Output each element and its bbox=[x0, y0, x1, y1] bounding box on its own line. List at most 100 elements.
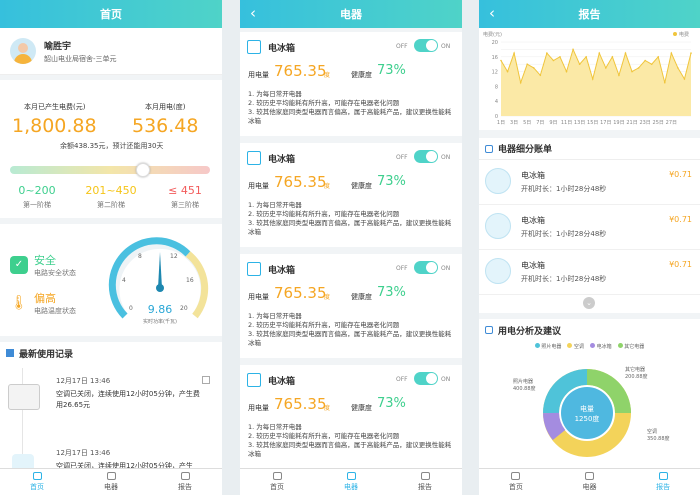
fridge-icon bbox=[247, 262, 261, 276]
usage-unit: 度 bbox=[324, 183, 331, 190]
home-screen: 首页 喻胜宇 韶山电业局宿舍-三单元 本月已产生电费(元) 1,800.88 本… bbox=[0, 0, 222, 495]
data-point bbox=[532, 67, 535, 69]
fee-chart-card: 0 4 8 12 16 20 1日 3日 5日 7日 9日 11日 13日 15日 17日 19日 21日 23日… bbox=[479, 28, 700, 130]
appliance-notes: 1. 为每日常开电器 2. 较历史平均能耗有所升高，可能存在电器老化问题 3. 较其… bbox=[248, 312, 453, 348]
records-title: 最新使用记录 bbox=[19, 349, 74, 360]
tab-bar: 首页 电器 报告 bbox=[240, 468, 462, 495]
health-label: 健康度 bbox=[351, 71, 372, 79]
analysis-header: 用电分析及建议 bbox=[479, 319, 700, 341]
tab-appliances[interactable]: 电器 bbox=[314, 469, 388, 495]
appliance-card[interactable]: 电冰箱 OFF ON 用电量 765.35 度 健康度 73% 1. 为每日常开电器 2. 较历史… bbox=[240, 365, 462, 469]
ledger-title: 电器细分账单 bbox=[498, 145, 553, 155]
usage-label: 用电量 bbox=[248, 293, 269, 301]
page-title: 首页 bbox=[100, 8, 122, 21]
toggle-off-label: OFF bbox=[396, 154, 408, 161]
note-line: 3. 较其他家庭同类型电器而言偏高，属于高能耗产品，建议更换性能耗冰箱 bbox=[248, 108, 452, 125]
power-toggle[interactable] bbox=[414, 372, 438, 385]
list-item[interactable]: 12月17日 13:46 空调已关闭，连续使用12小时05分钟，产生费用26.6… bbox=[6, 376, 214, 411]
ledger-icon bbox=[485, 144, 493, 153]
tab-label: 报告 bbox=[418, 483, 432, 491]
tier-progress-handle[interactable] bbox=[136, 163, 150, 177]
usage-value: 765.35 bbox=[274, 62, 327, 80]
data-point bbox=[546, 52, 548, 54]
ledger-row[interactable]: 电冰箱 开机时长：1小时28分48秒 ¥0.71 bbox=[479, 250, 700, 295]
back-icon[interactable]: ‹ bbox=[489, 4, 495, 22]
tier-3: ≤ 451 第三阶梯 bbox=[148, 184, 222, 210]
user-card[interactable]: 喻胜宇 韶山电业局宿舍-三单元 bbox=[0, 28, 222, 75]
legend-label: 电费 bbox=[679, 31, 689, 38]
note-line: 2. 较历史平均能耗有所升高，可能存在电器老化问题 bbox=[248, 210, 400, 218]
usage-value: 765.35 bbox=[274, 284, 327, 302]
record-time: 12月17日 13:46 bbox=[56, 377, 111, 385]
edit-icon[interactable] bbox=[202, 376, 210, 384]
usage-unit: 度 bbox=[324, 405, 331, 412]
note-line: 3. 较其他家庭同类型电器而言偏高，属于高能耗产品，建议更换性能耗冰箱 bbox=[248, 330, 452, 347]
power-toggle[interactable] bbox=[414, 150, 438, 163]
tab-home[interactable]: 首页 bbox=[479, 469, 553, 495]
data-point bbox=[598, 52, 601, 54]
expand-more-icon[interactable]: ⌄ bbox=[583, 297, 595, 309]
back-icon[interactable]: ‹ bbox=[250, 4, 256, 22]
ledger-row[interactable]: 电冰箱 开机时长：1小时28分48秒 ¥0.71 bbox=[479, 205, 700, 250]
x-tick-label: 1日 bbox=[497, 120, 505, 126]
tab-appliances[interactable]: 电器 bbox=[74, 469, 148, 495]
ledger-cost: ¥0.71 bbox=[669, 215, 692, 224]
gauge-tick: 0 bbox=[129, 305, 133, 312]
tab-bar: 首页 电器 报告 bbox=[479, 468, 700, 495]
ledger-section: 电器细分账单 电冰箱 开机时长：1小时28分48秒 ¥0.71 电冰箱 开机时长：1小时… bbox=[479, 138, 700, 313]
legend-swatch bbox=[673, 32, 677, 36]
x-tick-label: 11日 bbox=[561, 120, 572, 126]
ledger-name: 电冰箱 bbox=[521, 261, 545, 270]
shield-icon: ✓ bbox=[10, 256, 28, 274]
x-tick-label: 5日 bbox=[523, 120, 531, 126]
x-tick-label: 21日 bbox=[626, 120, 637, 126]
tab-home[interactable]: 首页 bbox=[0, 469, 74, 495]
appliances-header: ‹ 电器 bbox=[240, 0, 462, 28]
report-icon bbox=[658, 472, 668, 480]
user-address: 韶山电业局宿舍-三单元 bbox=[44, 54, 117, 63]
gauge-tick: 20 bbox=[180, 305, 188, 312]
tab-report[interactable]: 报告 bbox=[148, 469, 222, 495]
tab-label: 电器 bbox=[104, 483, 118, 491]
list-icon bbox=[6, 349, 14, 357]
data-point bbox=[565, 70, 568, 73]
appliance-name: 电冰箱 bbox=[268, 377, 296, 387]
appliance-card[interactable]: 电冰箱 OFF ON 用电量 765.35 度 健康度 73% 1. 为每日常开电器 2. 较历史… bbox=[240, 143, 462, 247]
appliance-card[interactable]: 电冰箱 OFF ON 用电量 765.35 度 健康度 73% 1. 为每日常开电器 2. 较历史… bbox=[240, 32, 462, 136]
tab-home[interactable]: 首页 bbox=[240, 469, 314, 495]
toggle-on-label: ON bbox=[441, 43, 451, 50]
appliance-icon bbox=[485, 168, 511, 194]
tab-report[interactable]: 报告 bbox=[626, 469, 700, 495]
status-section: ✓ 安全 电路安全状态 🌡 偏高 电路温度状态 0 4 8 12 16 20 9.8… bbox=[0, 224, 222, 336]
donut-center-value: 1250度 bbox=[575, 414, 600, 423]
usage-label: 用电量 bbox=[248, 404, 269, 412]
data-point bbox=[506, 70, 509, 73]
power-toggle[interactable] bbox=[414, 39, 438, 52]
data-point bbox=[591, 78, 594, 80]
data-point bbox=[657, 56, 660, 58]
appliance-card[interactable]: 电冰箱 OFF ON 用电量 765.35 度 健康度 73% 1. 为每日常开电器 2. 较历史… bbox=[240, 254, 462, 358]
usage-unit: 度 bbox=[324, 72, 331, 79]
power-toggle[interactable] bbox=[414, 261, 438, 274]
tier-range: ≤ 451 bbox=[168, 184, 202, 197]
appliance-icon bbox=[485, 213, 511, 239]
record-time: 12月17日 13:46 bbox=[56, 449, 111, 457]
tier-progress-bar bbox=[10, 166, 210, 174]
data-point bbox=[690, 52, 692, 54]
donut-center-label: 电量 bbox=[580, 404, 594, 413]
x-tick-label: 23日 bbox=[639, 120, 650, 126]
data-point bbox=[605, 67, 607, 69]
note-line: 1. 为每日常开电器 bbox=[248, 423, 302, 431]
tab-label: 报告 bbox=[178, 483, 192, 491]
data-point bbox=[572, 48, 574, 51]
ledger-row[interactable]: 电冰箱 开机时长：1小时28分48秒 ¥0.71 bbox=[479, 160, 700, 205]
x-tick-label: 17日 bbox=[600, 120, 611, 126]
tab-label: 首页 bbox=[30, 483, 44, 491]
page-title: 报告 bbox=[578, 8, 601, 21]
page-title: 电器 bbox=[340, 8, 362, 21]
tab-report[interactable]: 报告 bbox=[388, 469, 462, 495]
home-icon bbox=[32, 472, 42, 480]
tab-appliances[interactable]: 电器 bbox=[553, 469, 627, 495]
y-tick-label: 20 bbox=[492, 40, 498, 46]
chart-icon bbox=[485, 326, 493, 334]
